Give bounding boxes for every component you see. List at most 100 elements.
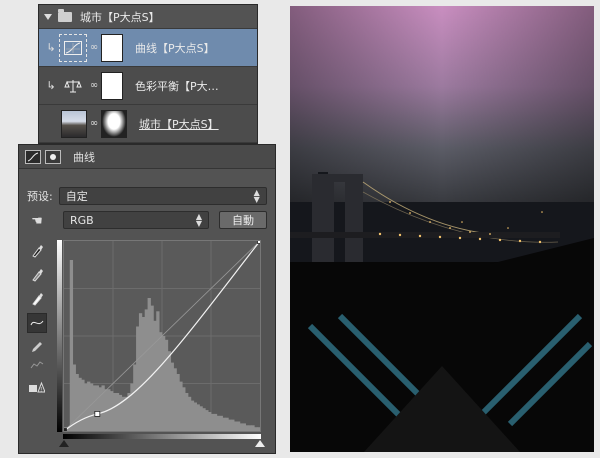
histogram-bar (182, 387, 186, 431)
preset-row: 预设: 自定 ▲ ▼ (27, 187, 267, 205)
output-gradient-bar (57, 240, 62, 432)
curve-control-point[interactable] (61, 428, 67, 434)
properties-title: 曲线 (73, 150, 95, 164)
channel-row: RGB ▲ ▼ 自動 (63, 211, 267, 229)
curve-control-point[interactable] (257, 238, 263, 244)
histogram-bar (147, 298, 151, 431)
histogram-bar (150, 305, 154, 431)
histogram-bar (115, 393, 120, 431)
select-arrows-icon: ▲ ▼ (253, 188, 260, 204)
histogram-bar (213, 413, 218, 431)
layer-mask-thumbnail[interactable] (101, 109, 127, 138)
histogram-bar (190, 400, 195, 431)
eyedropper-gray-icon[interactable] (27, 265, 47, 285)
preset-select[interactable]: 自定 ▲ ▼ (58, 187, 267, 205)
curves-graph-svg[interactable] (61, 238, 263, 434)
black-point-slider-icon[interactable] (59, 440, 69, 447)
histogram-bar (219, 415, 223, 431)
curve-control-point[interactable] (94, 410, 101, 417)
layer-row-color-balance[interactable]: ↳ ∞ 色彩平衡【P大… (39, 67, 257, 105)
histogram-bar (173, 368, 177, 431)
layer-name: 城市【P大点S】 (139, 117, 219, 131)
expand-triangle-icon[interactable] (44, 13, 52, 20)
histogram-bar (170, 362, 174, 431)
auto-button[interactable]: 自動 (219, 211, 267, 229)
histogram-bar (222, 417, 226, 431)
preset-value: 自定 (65, 190, 88, 203)
chain-link-icon[interactable]: ∞ (87, 80, 101, 91)
histogram-bar (254, 427, 258, 431)
layer-image-thumbnail[interactable] (61, 109, 87, 138)
histogram-bar (248, 425, 252, 431)
clipping-warning-icon[interactable]: ! (27, 377, 47, 397)
histogram-bar (179, 381, 183, 431)
histogram-bar (167, 351, 172, 431)
histogram-bar (81, 379, 85, 431)
input-gradient-bar (63, 434, 261, 439)
histogram-bar (141, 317, 146, 431)
curves-properties-icon[interactable] (25, 149, 41, 164)
histogram-bar (127, 393, 131, 431)
histogram-bar (89, 383, 94, 431)
pencil-draw-icon[interactable] (27, 337, 47, 357)
histogram-bar (234, 421, 238, 431)
histogram-bar (162, 336, 166, 431)
histogram-bar (95, 385, 99, 431)
eyedropper-black-icon[interactable] (27, 241, 47, 261)
clip-arrow-icon: ↳ (46, 41, 56, 54)
histogram-bar (251, 425, 255, 431)
clip-arrow-icon: ↳ (46, 79, 56, 92)
histogram-bar (225, 417, 229, 431)
histogram-bar (242, 423, 246, 431)
layers-panel: 城市【P大点S】 ↳ ∞ 曲线【P大点S】 ↳ ∞ 色彩平衡【P大… ∞ 城市【… (38, 4, 258, 144)
layer-name: 曲线【P大点S】 (135, 41, 215, 55)
layer-row-curves[interactable]: ↳ ∞ 曲线【P大点S】 (39, 29, 257, 67)
chain-link-icon[interactable]: ∞ (87, 42, 101, 53)
histogram-bar (118, 394, 123, 431)
mask-properties-icon[interactable] (45, 149, 61, 164)
white-point-slider-icon[interactable] (255, 440, 265, 447)
histogram-bar (228, 419, 232, 431)
histogram-bar (164, 339, 169, 431)
histogram-bar (159, 332, 163, 431)
histogram-bar (199, 406, 203, 431)
layer-row-city[interactable]: ∞ 城市【P大点S】 (39, 105, 257, 143)
properties-header: 曲线 (19, 145, 275, 169)
histogram-bar (153, 320, 157, 431)
channel-select[interactable]: RGB ▲ ▼ (63, 211, 209, 229)
histogram-bar (211, 413, 215, 431)
edit-points-curve-icon[interactable] (27, 313, 47, 333)
layer-mask-thumbnail[interactable] (101, 71, 123, 100)
histogram-bar (124, 396, 128, 431)
histogram-bar (196, 404, 200, 431)
curves-graph[interactable] (61, 238, 263, 434)
curves-adjustment-icon (59, 33, 87, 62)
layer-mask-thumbnail[interactable] (101, 33, 123, 62)
city-bridge-image (290, 6, 594, 452)
on-image-adjust-hand-icon[interactable]: ☚ (27, 211, 47, 231)
layer-group-row[interactable]: 城市【P大点S】 (39, 5, 257, 29)
histogram-bar (156, 311, 160, 431)
histogram-bar (136, 326, 140, 431)
eyedropper-white-icon[interactable] (27, 289, 47, 309)
color-balance-icon (59, 72, 87, 100)
histogram-bar (216, 415, 221, 431)
histogram-bar (84, 383, 88, 431)
histogram-bar (176, 374, 180, 431)
smooth-curve-icon[interactable] (27, 355, 47, 375)
histogram-bar (98, 387, 102, 431)
histogram-bar (133, 364, 137, 431)
histogram-bar (113, 393, 117, 431)
histogram-bar (205, 410, 209, 431)
document-canvas-preview (290, 6, 594, 452)
histogram-bar (185, 393, 189, 431)
histogram-bar (202, 408, 206, 431)
histogram-bar (144, 309, 148, 431)
photoshop-workspace: 城市【P大点S】 ↳ ∞ 曲线【P大点S】 ↳ ∞ 色彩平衡【P大… ∞ 城市【… (0, 0, 600, 458)
histogram-bar (92, 385, 97, 431)
histogram-bar (130, 383, 134, 431)
preset-label: 预设: (27, 190, 53, 203)
chain-link-icon[interactable]: ∞ (87, 118, 101, 129)
histogram-bar (110, 391, 114, 431)
histogram-bar (239, 423, 244, 431)
